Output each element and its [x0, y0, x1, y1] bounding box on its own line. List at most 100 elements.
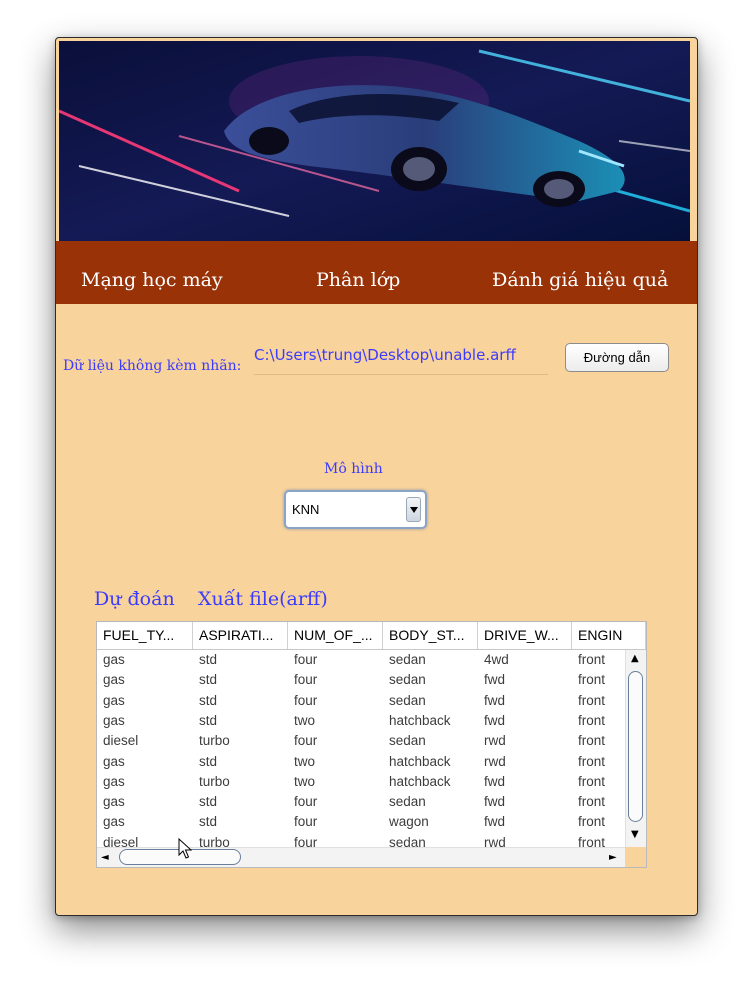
table-cell: std — [199, 794, 218, 810]
mouse-pointer-icon — [178, 838, 193, 859]
table-cell: std — [199, 814, 218, 830]
table-cell: rwd — [484, 733, 506, 749]
chevron-down-icon[interactable] — [406, 497, 421, 522]
table-row[interactable]: gas std four wagon fwd front — [97, 812, 625, 832]
table-cell: hatchback — [389, 712, 451, 728]
table-cell: gas — [103, 773, 125, 789]
table-cell: fwd — [484, 712, 506, 728]
browse-path-button[interactable]: Đường dẫn — [565, 343, 669, 372]
table-cell: std — [199, 753, 218, 769]
table-cell: four — [294, 814, 318, 830]
table-cell: front — [578, 652, 606, 667]
table-row[interactable]: gas std four sedan fwd front — [97, 670, 625, 690]
table-cell: front — [578, 814, 606, 830]
column-header[interactable]: NUM_OF_... — [288, 622, 383, 649]
table-cell: front — [578, 692, 606, 708]
data-table: FUEL_TY... ASPIRATI... NUM_OF_... BODY_ST..… — [96, 621, 647, 868]
scroll-up-icon[interactable]: ▲ — [631, 654, 639, 664]
table-cell: sedan — [389, 652, 426, 667]
table-cell: four — [294, 794, 318, 810]
table-cell: sedan — [389, 672, 426, 688]
table-cell: gas — [103, 692, 125, 708]
column-header[interactable]: DRIVE_W... — [478, 622, 572, 649]
table-cell: gas — [103, 794, 125, 810]
column-header[interactable]: ASPIRATI... — [193, 622, 288, 649]
table-cell: sedan — [389, 692, 426, 708]
scroll-corner — [625, 847, 646, 867]
table-cell: front — [578, 834, 606, 847]
column-header[interactable]: FUEL_TY... — [97, 622, 193, 649]
predict-button[interactable]: Dự đoán — [94, 588, 175, 610]
model-select-value: KNN — [292, 502, 320, 517]
table-cell: wagon — [389, 814, 429, 830]
table-row[interactable]: gas std four sedan fwd front — [97, 792, 625, 812]
menu-neural-network[interactable]: Mạng học máy — [81, 269, 223, 291]
table-cell: two — [294, 773, 316, 789]
table-cell: hatchback — [389, 753, 451, 769]
table-cell: four — [294, 692, 318, 708]
table-cell: sedan — [389, 794, 426, 810]
table-cell: front — [578, 733, 606, 749]
table-cell: diesel — [103, 733, 139, 749]
table-body: gas std four sedan 4wd front gas std four sedan fw… — [97, 650, 625, 847]
table-cell: front — [578, 753, 606, 769]
table-row[interactable]: gas std two hatchback fwd front — [97, 711, 625, 731]
table-cell: four — [294, 652, 318, 667]
table-cell: std — [199, 692, 218, 708]
scroll-down-icon[interactable]: ▼ — [631, 830, 639, 840]
table-cell: turbo — [199, 733, 230, 749]
file-path-field[interactable]: C:\Users\trung\Desktop\unable.arff — [254, 340, 548, 375]
table-cell: fwd — [484, 773, 506, 789]
menu-classification[interactable]: Phân lớp — [316, 269, 400, 291]
table-cell: std — [199, 652, 218, 667]
unlabeled-data-label: Dữ liệu không kèm nhãn: — [63, 358, 242, 374]
table-cell: four — [294, 834, 318, 847]
table-cell: sedan — [389, 733, 426, 749]
table-cell: rwd — [484, 834, 506, 847]
table-cell: gas — [103, 672, 125, 688]
table-cell: four — [294, 733, 318, 749]
table-cell: gas — [103, 652, 125, 667]
table-cell: turbo — [199, 834, 230, 847]
column-header[interactable]: ENGIN — [572, 622, 646, 649]
table-cell: std — [199, 712, 218, 728]
table-row[interactable]: gas std four sedan fwd front — [97, 691, 625, 711]
table-cell: hatchback — [389, 773, 451, 789]
app-window: Mạng học máy Phân lớp Đánh giá hiệu quả … — [55, 37, 698, 916]
menu-bar: Mạng học máy Phân lớp Đánh giá hiệu quả — [56, 241, 697, 304]
export-arff-button[interactable]: Xuất file(arff) — [198, 588, 328, 610]
banner-image — [59, 41, 690, 241]
scroll-left-icon[interactable]: ◄ — [101, 853, 109, 863]
table-cell: two — [294, 712, 316, 728]
table-cell: front — [578, 712, 606, 728]
vertical-scrollbar[interactable]: ▲ ▼ — [625, 650, 646, 847]
menu-evaluation[interactable]: Đánh giá hiệu quả — [492, 269, 668, 291]
table-row[interactable]: gas turbo two hatchback fwd front — [97, 772, 625, 792]
table-row[interactable]: gas std two hatchback rwd front — [97, 752, 625, 772]
table-row[interactable]: gas std four sedan 4wd front — [97, 650, 625, 670]
table-row[interactable]: diesel turbo four sedan rwd front — [97, 731, 625, 751]
table-cell: gas — [103, 814, 125, 830]
vertical-scroll-thumb[interactable] — [628, 671, 643, 822]
table-header: FUEL_TY... ASPIRATI... NUM_OF_... BODY_ST..… — [97, 622, 646, 650]
table-cell: fwd — [484, 692, 506, 708]
table-cell: four — [294, 672, 318, 688]
scroll-right-icon[interactable]: ► — [609, 853, 617, 863]
table-cell: std — [199, 672, 218, 688]
table-cell: turbo — [199, 773, 230, 789]
table-row[interactable]: diesel turbo four sedan rwd front — [97, 833, 625, 847]
table-cell: gas — [103, 712, 125, 728]
table-cell: rwd — [484, 753, 506, 769]
table-cell: two — [294, 753, 316, 769]
table-cell: fwd — [484, 814, 506, 830]
model-select[interactable]: KNN — [284, 490, 427, 529]
table-cell: 4wd — [484, 652, 509, 667]
table-cell: front — [578, 794, 606, 810]
horizontal-scrollbar[interactable]: ◄ ► — [97, 847, 625, 867]
table-cell: fwd — [484, 794, 506, 810]
table-cell: front — [578, 672, 606, 688]
table-cell: sedan — [389, 834, 426, 847]
table-cell: gas — [103, 753, 125, 769]
table-cell: front — [578, 773, 606, 789]
column-header[interactable]: BODY_ST... — [383, 622, 478, 649]
